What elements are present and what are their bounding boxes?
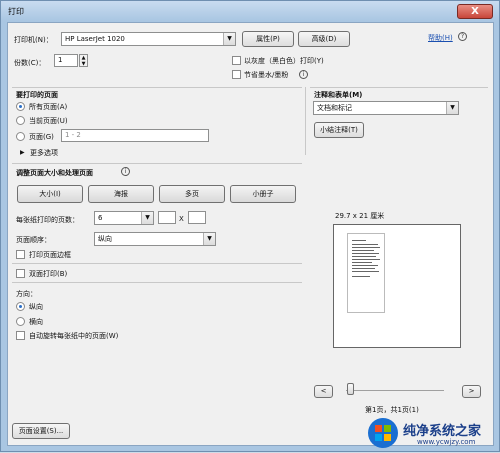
duplex-checkbox[interactable] xyxy=(16,269,25,278)
save-ink-label: 节省墨水/墨粉 xyxy=(244,71,289,79)
grayscale-checkbox[interactable] xyxy=(232,56,241,65)
all-pages-radio[interactable] xyxy=(16,102,25,111)
page-range-label: 页面(G) xyxy=(29,133,54,141)
portrait-radio[interactable] xyxy=(16,302,25,311)
watermark-logo: 纯净系统之家 www.ycwjzy.com xyxy=(361,413,500,453)
dialog-body: 打印机(N)： HP LaserJet 1020 ▼ 属性(P) 高级(D) 帮… xyxy=(7,22,494,446)
poster-button[interactable]: 海报 xyxy=(88,185,154,203)
duplex-label: 双面打印(B) xyxy=(29,270,68,278)
properties-button[interactable]: 属性(P) xyxy=(242,31,294,47)
next-page-button[interactable]: > xyxy=(462,385,481,398)
close-button[interactable]: X xyxy=(457,4,493,19)
x-separator: X xyxy=(179,215,184,223)
comments-select-value: 文档和标记 xyxy=(317,104,352,112)
chevron-down-icon: ▼ xyxy=(141,212,153,224)
pages-per-sheet-label: 每张纸打印的页数： xyxy=(16,216,79,224)
window-title: 打印 xyxy=(8,7,24,16)
page-setup-button[interactable]: 页面设置(S)... xyxy=(12,423,70,439)
landscape-label: 横向 xyxy=(29,318,43,326)
chevron-down-icon: ▼ xyxy=(223,33,235,45)
booklet-button[interactable]: 小册子 xyxy=(230,185,296,203)
help-icon[interactable]: ? xyxy=(458,32,467,41)
divider xyxy=(12,263,302,264)
expand-arrow-icon[interactable]: ▶ xyxy=(20,149,25,156)
page-order-value: 纵向 xyxy=(98,235,112,243)
pages-section-title: 要打印的页面 xyxy=(16,91,58,99)
all-pages-label: 所有页面(A) xyxy=(29,103,68,111)
page-order-select[interactable]: 纵向 ▼ xyxy=(94,232,216,246)
windows-logo-icon xyxy=(368,418,398,448)
title-bar: 打印 X xyxy=(1,1,499,21)
rows-input[interactable] xyxy=(188,211,206,224)
pages-per-sheet-select[interactable]: 6 ▼ xyxy=(94,211,154,225)
grayscale-label: 以灰度（黑白色）打印(Y) xyxy=(244,57,324,65)
previous-page-button[interactable]: < xyxy=(314,385,333,398)
paper-size-label: 29.7 x 21 厘米 xyxy=(335,212,385,220)
preview-page xyxy=(347,233,385,313)
page-order-label: 页面顺序： xyxy=(16,236,51,244)
current-page-radio[interactable] xyxy=(16,116,25,125)
print-dialog: 打印 X 打印机(N)： HP LaserJet 1020 ▼ 属性(P) 高级… xyxy=(0,0,500,452)
chevron-down-icon: ▼ xyxy=(203,233,215,245)
comments-section-title: 注释和表单(M) xyxy=(314,91,363,99)
copies-stepper[interactable]: ▲ ▼ xyxy=(79,54,88,67)
print-preview xyxy=(333,224,461,348)
save-ink-info-icon[interactable]: i xyxy=(299,70,308,79)
multiple-button[interactable]: 多页 xyxy=(159,185,225,203)
print-border-checkbox[interactable] xyxy=(16,250,25,259)
pages-per-sheet-value: 6 xyxy=(98,214,103,222)
printer-select-value: HP LaserJet 1020 xyxy=(65,35,125,43)
help-link[interactable]: 帮助(H) xyxy=(428,33,453,43)
copies-input[interactable]: 1 xyxy=(54,54,78,67)
orientation-title: 方向： xyxy=(16,290,37,298)
chevron-down-icon: ▼ xyxy=(446,102,458,114)
columns-input[interactable] xyxy=(158,211,176,224)
sizing-section-title: 调整页面大小和处理页面 xyxy=(16,169,93,177)
current-page-label: 当前页面(U) xyxy=(29,117,68,125)
printer-label: 打印机(N)： xyxy=(14,36,53,44)
watermark-url: www.ycwjzy.com xyxy=(417,438,476,446)
divider-vertical xyxy=(305,87,306,155)
more-options-link[interactable]: 更多选项 xyxy=(30,148,58,158)
advanced-button[interactable]: 高级(D) xyxy=(298,31,350,47)
divider xyxy=(310,87,488,88)
page-range-radio[interactable] xyxy=(16,132,25,141)
divider xyxy=(12,87,302,88)
sizing-info-icon[interactable]: i xyxy=(121,167,130,176)
portrait-label: 纵向 xyxy=(29,303,43,311)
divider xyxy=(12,282,302,283)
page-slider-track[interactable] xyxy=(346,390,444,391)
landscape-radio[interactable] xyxy=(16,317,25,326)
save-ink-checkbox[interactable] xyxy=(232,70,241,79)
print-border-label: 打印页面边框 xyxy=(29,251,71,259)
page-range-input[interactable]: 1 - 2 xyxy=(61,129,209,142)
auto-rotate-label: 自动旋转每张纸中的页面(W) xyxy=(29,332,119,340)
watermark-text: 纯净系统之家 xyxy=(403,424,482,439)
size-button[interactable]: 大小(I) xyxy=(17,185,83,203)
printer-select[interactable]: HP LaserJet 1020 ▼ xyxy=(61,32,236,46)
summarize-comments-button[interactable]: 小结注释(T) xyxy=(314,122,364,138)
comments-select[interactable]: 文档和标记 ▼ xyxy=(313,101,459,115)
copies-label: 份数(C)： xyxy=(14,59,46,67)
page-slider-thumb[interactable] xyxy=(347,383,354,395)
divider xyxy=(12,163,302,164)
auto-rotate-checkbox[interactable] xyxy=(16,331,25,340)
